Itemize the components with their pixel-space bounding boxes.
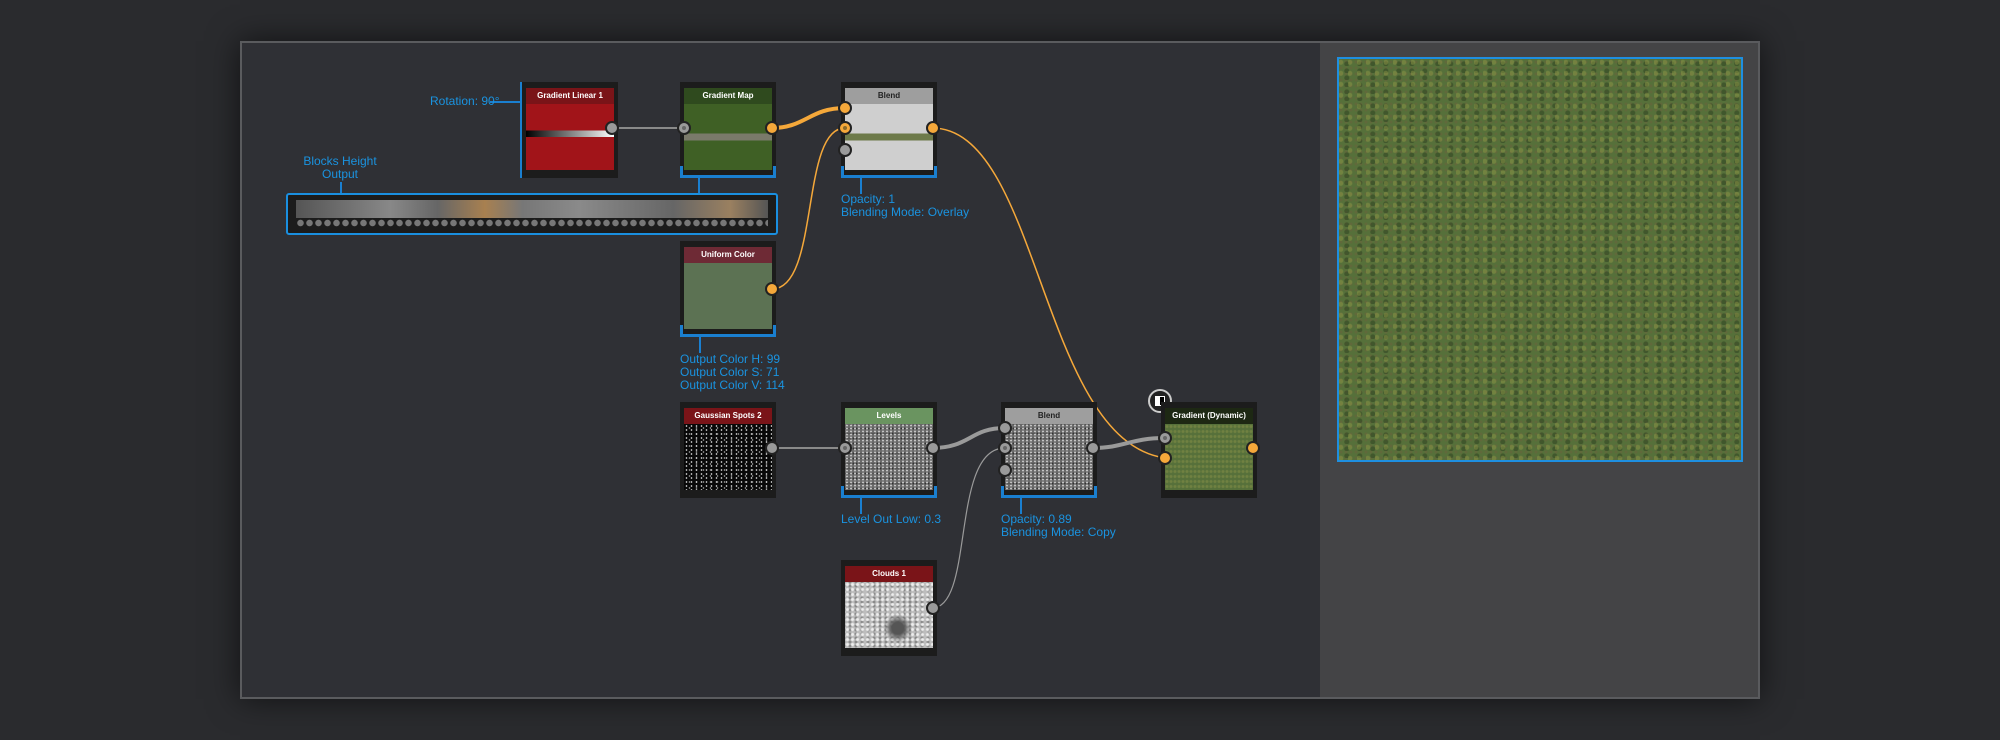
gradient-ramp[interactable] (296, 200, 768, 218)
node-title: Blend (1005, 408, 1093, 424)
output-port[interactable] (926, 601, 940, 615)
input-port[interactable] (677, 121, 691, 135)
output-port[interactable] (765, 441, 779, 455)
input-port-mask[interactable] (998, 463, 1012, 477)
node-thumbnail (526, 104, 614, 170)
output-port[interactable] (926, 441, 940, 455)
wire-map-to-blend (771, 106, 846, 130)
node-thumbnail (845, 582, 933, 648)
gradient-stops[interactable] (296, 218, 768, 228)
node-thumbnail (684, 263, 772, 329)
gradient-editor-sublabel: Output (321, 167, 359, 181)
input-port-gradient[interactable] (1158, 451, 1172, 465)
node-uniform-color[interactable]: Uniform Color (680, 241, 779, 337)
output-port[interactable] (765, 121, 779, 135)
input-port-background[interactable] (838, 121, 852, 135)
node-gaussian-spots[interactable]: Gaussian Spots 2 (680, 402, 779, 498)
wires-layer (611, 106, 1166, 609)
output-port[interactable] (1086, 441, 1100, 455)
level-out-low-param: Level Out Low: 0.3 (841, 512, 942, 526)
gradient-editor[interactable] (286, 193, 778, 235)
selection-bracket (680, 325, 776, 337)
selection-bracket (680, 166, 776, 178)
node-thumbnail (1165, 424, 1253, 490)
rotation-param: Rotation: 90° (430, 94, 500, 108)
node-clouds[interactable]: Clouds 1 (841, 560, 940, 656)
node-thumbnail (684, 424, 772, 490)
node-thumbnail (845, 104, 933, 170)
selection-bracket (841, 166, 937, 178)
output-color-v: Output Color V: 114 (680, 378, 785, 392)
blend-mode-param: Blending Mode: Copy (1001, 525, 1116, 539)
node-blend-copy[interactable]: Blend (998, 402, 1100, 498)
selection-bracket (841, 486, 937, 498)
wire-levels-to-blend (931, 426, 1006, 450)
wire-clouds-to-blend (931, 447, 1006, 609)
node-thumbnail (845, 424, 933, 490)
input-port-input[interactable] (1158, 431, 1172, 445)
output-port[interactable] (765, 282, 779, 296)
node-gradient-linear[interactable]: Gradient Linear 1 (522, 82, 619, 178)
node-title: Gradient (Dynamic) (1165, 408, 1253, 424)
node-title: Gradient Linear 1 (526, 88, 614, 104)
node-title: Gaussian Spots 2 (684, 408, 772, 424)
node-thumbnail (684, 104, 772, 170)
node-levels[interactable]: Levels (838, 402, 940, 498)
node-title: Blend (845, 88, 933, 104)
node-title: Uniform Color (684, 247, 772, 263)
node-title: Levels (845, 408, 933, 424)
node-gradient-dynamic[interactable]: Gradient (Dynamic) (1158, 402, 1260, 498)
output-port[interactable] (926, 121, 940, 135)
input-port[interactable] (838, 441, 852, 455)
input-port-mask[interactable] (838, 143, 852, 157)
param-connector (698, 178, 700, 194)
input-port-foreground[interactable] (838, 101, 852, 115)
param-connector (340, 182, 342, 193)
node-title: Clouds 1 (845, 566, 933, 582)
wire-blend-to-gradient-dynamic-grey (1091, 436, 1166, 450)
output-port[interactable] (1246, 441, 1260, 455)
wire-uniform-to-blend (771, 127, 846, 290)
node-gradient-map[interactable]: Gradient Map (677, 82, 779, 178)
output-port[interactable] (605, 121, 619, 135)
node-blend-overlay[interactable]: Blend (838, 82, 940, 178)
selection-bracket (1001, 486, 1097, 498)
param-connector (699, 337, 701, 353)
blend-mode-param: Blending Mode: Overlay (841, 205, 970, 219)
input-port-background[interactable] (998, 441, 1012, 455)
node-thumbnail (1005, 424, 1093, 490)
node-title: Gradient Map (684, 88, 772, 104)
input-port-foreground[interactable] (998, 421, 1012, 435)
